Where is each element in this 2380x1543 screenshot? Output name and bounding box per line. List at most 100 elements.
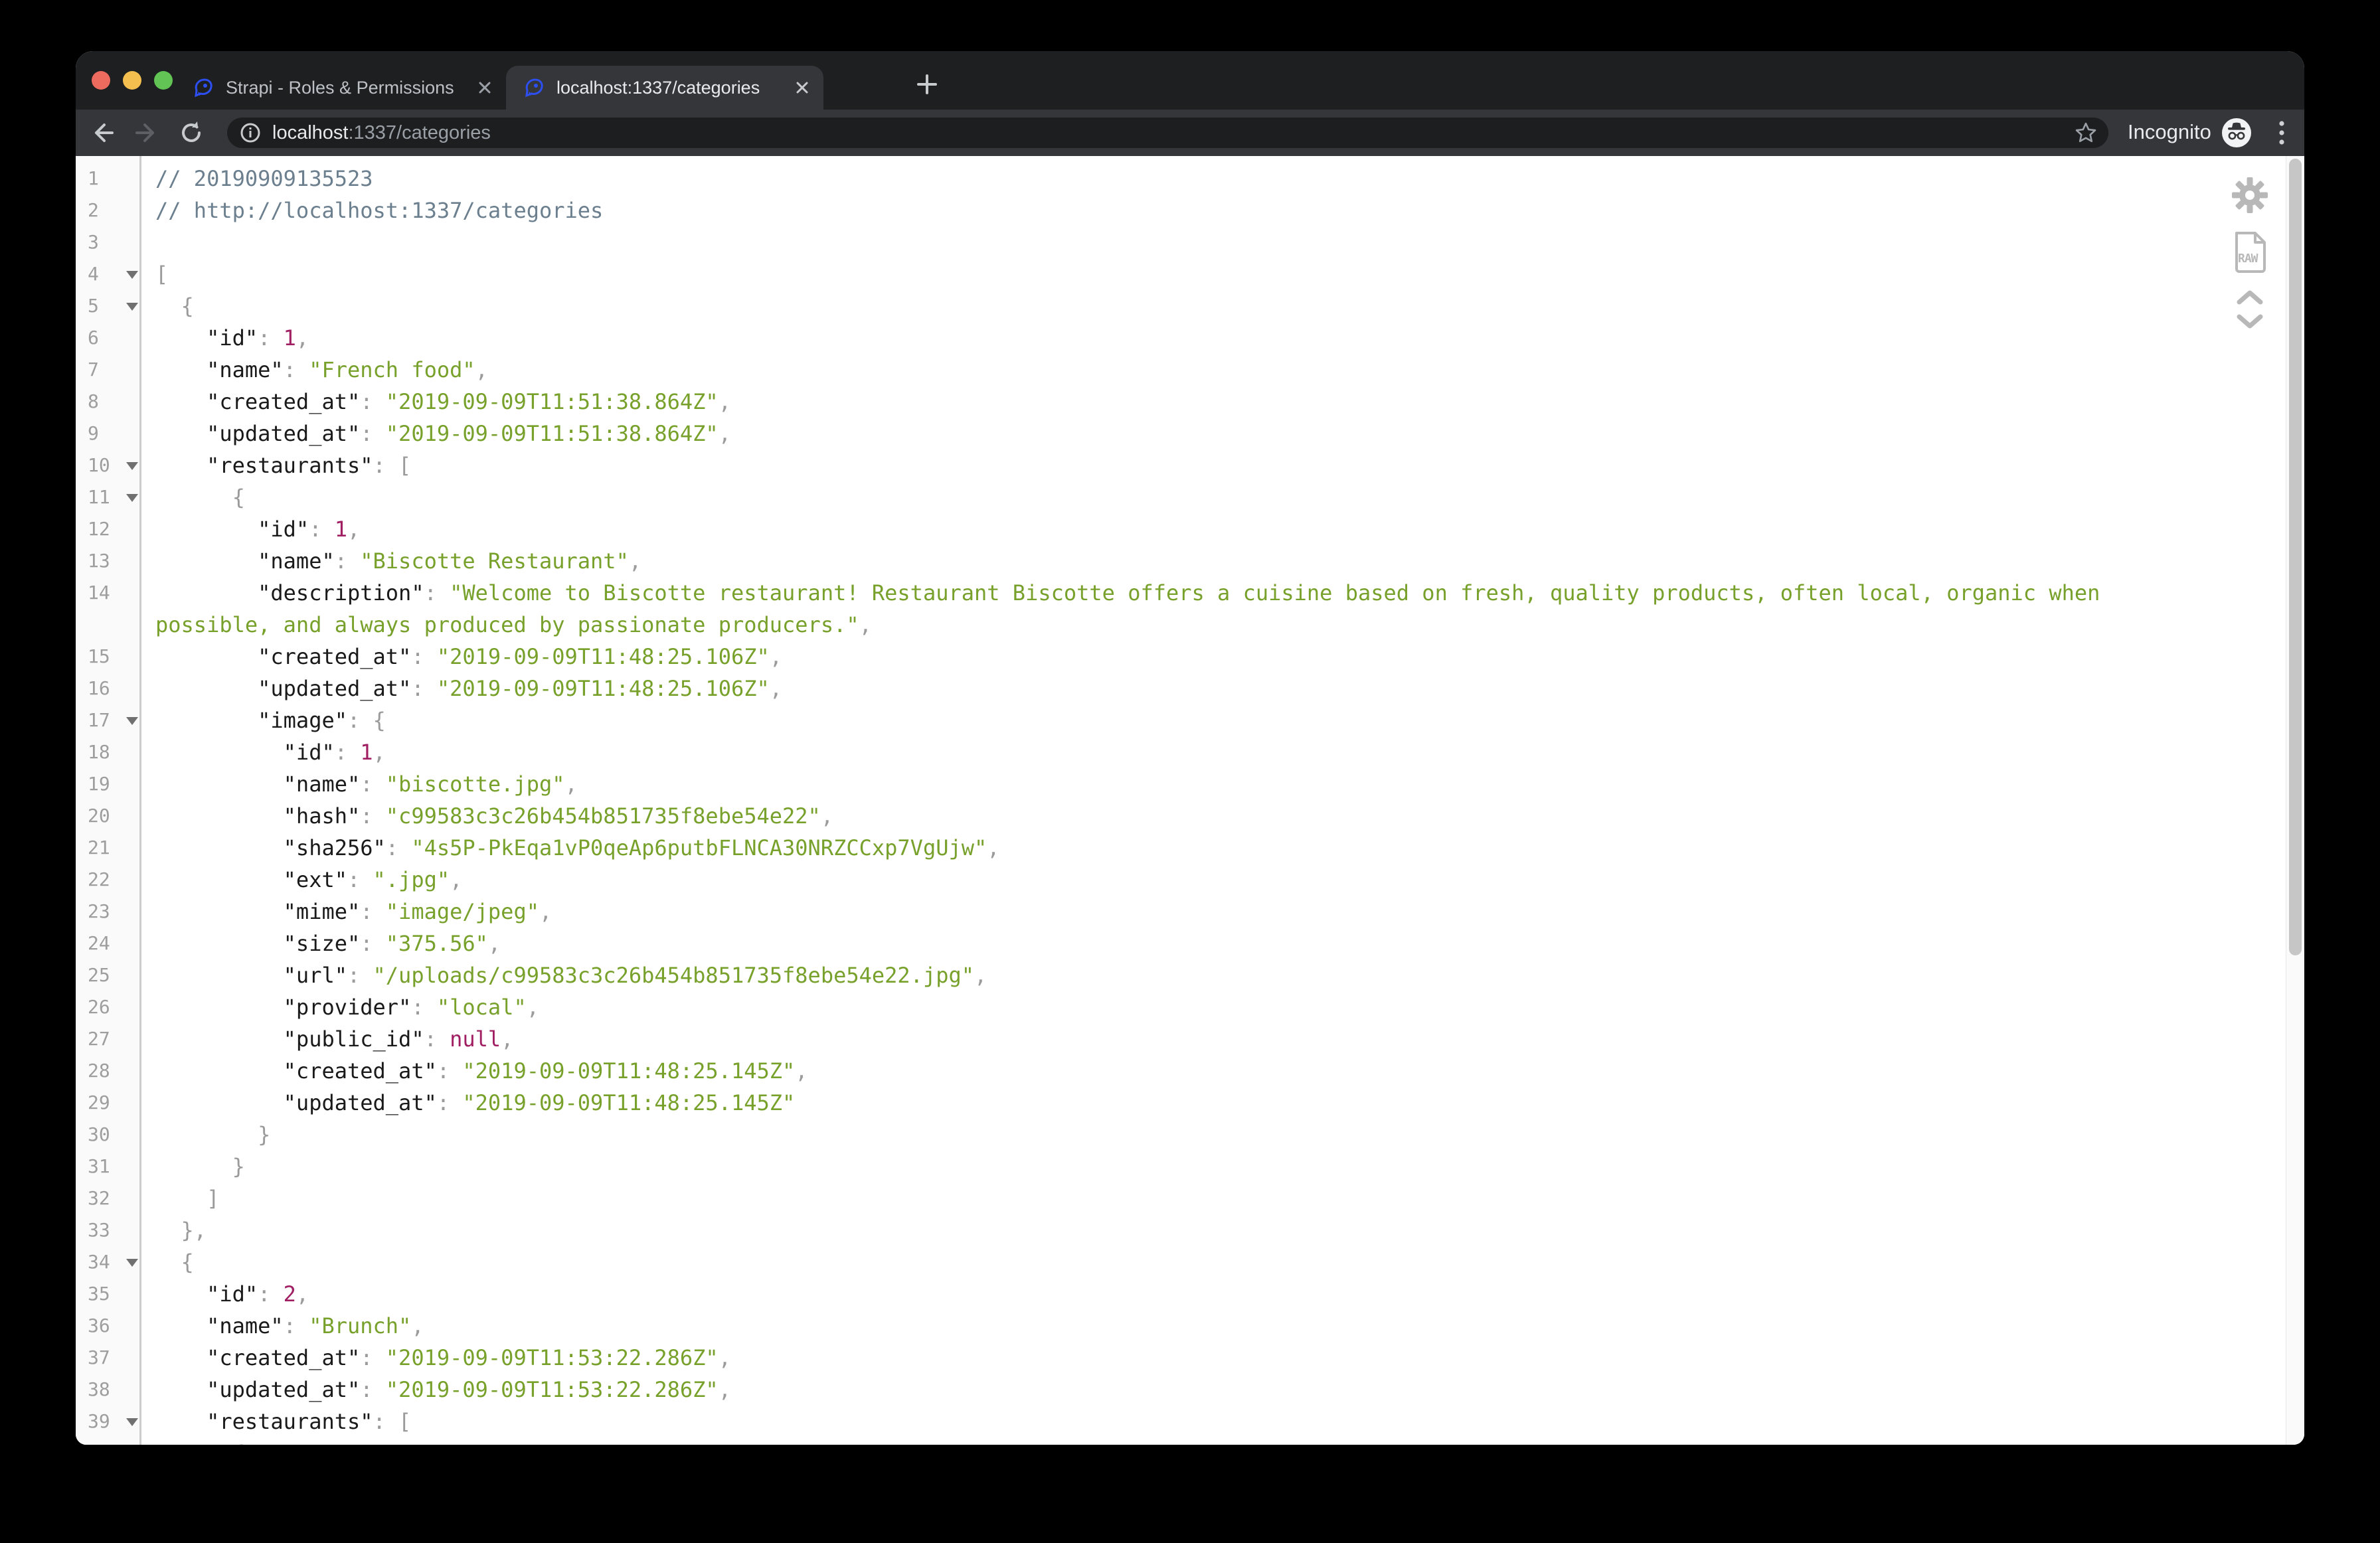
code-text: "restaurants": [ [155, 449, 411, 481]
incognito-label: Incognito [2128, 120, 2211, 144]
browser-menu-button[interactable] [2268, 117, 2295, 149]
code-line: 21 "sha256": "4s5P-PkEqa1vP0qeAp6putbFLN… [76, 832, 2304, 864]
back-button[interactable] [86, 117, 118, 149]
code-line: 8 "created_at": "2019-09-09T11:51:38.864… [76, 386, 2304, 418]
collapse-expand-controls [2235, 289, 2264, 330]
fold-toggle-icon[interactable] [126, 271, 138, 279]
code-line: 39 "restaurants": [ [76, 1406, 2304, 1437]
reload-button[interactable] [175, 117, 207, 149]
code-text: "url": "/uploads/c99583c3c26b454b851735f… [155, 959, 987, 991]
code-text: { [155, 481, 245, 513]
code-text: { [155, 1437, 245, 1445]
fold-toggle-icon[interactable] [126, 1259, 138, 1267]
scrollbar-thumb[interactable] [2289, 159, 2302, 955]
chevron-down-icon[interactable] [2235, 313, 2264, 330]
fold-toggle-icon[interactable] [126, 717, 138, 725]
code-text: } [155, 1151, 245, 1182]
fold-toggle-icon[interactable] [126, 494, 138, 502]
code-line: 26 "provider": "local", [76, 991, 2304, 1023]
code-text: "id": 2, [155, 1278, 309, 1310]
line-number: 18 [76, 736, 141, 768]
tab-localhost-categories[interactable]: localhost:1337/categories [506, 66, 823, 110]
tab-strapi-roles-permissions[interactable]: Strapi - Roles & Permissions [175, 66, 506, 110]
zoom-window-button[interactable] [154, 71, 173, 90]
code-line: 34 { [76, 1246, 2304, 1278]
code-text: "updated_at": "2019-09-09T11:51:38.864Z"… [155, 418, 731, 449]
vertical-scrollbar[interactable] [2286, 156, 2304, 1445]
code-line: 36 "name": "Brunch", [76, 1310, 2304, 1342]
code-line: 27 "public_id": null, [76, 1023, 2304, 1055]
line-number: 26 [76, 991, 141, 1023]
code-line: 13 "name": "Biscotte Restaurant", [76, 545, 2304, 577]
line-number: 29 [76, 1087, 141, 1119]
code-text: "image": { [155, 704, 386, 736]
code-text: "name": "Brunch", [155, 1310, 424, 1342]
three-dot-menu-icon [2278, 120, 2285, 146]
close-window-button[interactable] [92, 71, 110, 90]
reload-icon [177, 119, 205, 147]
fold-toggle-icon[interactable] [126, 303, 138, 311]
code-line: 40 { [76, 1437, 2304, 1445]
code-line: 6 "id": 1, [76, 322, 2304, 354]
viewer-settings-button[interactable] [2231, 176, 2269, 218]
code-line: 1// 20190909135523 [76, 163, 2304, 195]
chevron-up-icon[interactable] [2235, 289, 2264, 306]
json-code: 1// 201909091355232// http://localhost:1… [76, 156, 2304, 1445]
code-line: 24 "size": "375.56", [76, 928, 2304, 959]
bookmark-button[interactable] [2074, 121, 2098, 148]
back-arrow-icon [88, 120, 115, 146]
line-number: 19 [76, 768, 141, 800]
code-line: 38 "updated_at": "2019-09-09T11:53:22.28… [76, 1374, 2304, 1406]
line-number: 2 [76, 195, 141, 226]
line-number: 36 [76, 1310, 141, 1342]
code-line: 10 "restaurants": [ [76, 449, 2304, 481]
tab-title: localhost:1337/categories [556, 78, 782, 98]
line-number [76, 609, 141, 641]
tab-close-icon[interactable] [477, 80, 493, 96]
tab-title: Strapi - Roles & Permissions [226, 78, 465, 98]
code-line: 35 "id": 2, [76, 1278, 2304, 1310]
line-number: 13 [76, 545, 141, 577]
line-number: 30 [76, 1119, 141, 1151]
line-number: 32 [76, 1182, 141, 1214]
url-host: localhost [272, 122, 348, 143]
minimize-window-button[interactable] [123, 71, 141, 90]
incognito-avatar[interactable] [2221, 118, 2252, 151]
code-line: 5 { [76, 290, 2304, 322]
code-line: 16 "updated_at": "2019-09-09T11:48:25.10… [76, 673, 2304, 704]
url-path: :1337/categories [348, 122, 490, 143]
fold-toggle-icon[interactable] [126, 1418, 138, 1426]
forward-arrow-icon [134, 120, 161, 146]
code-text: ] [155, 1182, 219, 1214]
page-info-icon[interactable] [239, 122, 262, 144]
fold-toggle-icon[interactable] [126, 462, 138, 470]
new-tab-button[interactable] [911, 68, 943, 100]
code-text: possible, and always produced by passion… [155, 609, 872, 641]
tab-close-icon[interactable] [794, 80, 810, 96]
line-number: 14 [76, 577, 141, 609]
code-text: }, [155, 1214, 207, 1246]
code-line: 17 "image": { [76, 704, 2304, 736]
code-text: "updated_at": "2019-09-09T11:53:22.286Z"… [155, 1374, 731, 1406]
address-bar[interactable]: localhost:1337/categories [227, 118, 2108, 148]
browser-toolbar: localhost:1337/categories Incognito [76, 110, 2304, 156]
star-icon [2074, 121, 2098, 145]
code-text: "hash": "c99583c3c26b454b851735f8ebe54e2… [155, 800, 833, 832]
code-text: "updated_at": "2019-09-09T11:48:25.145Z" [155, 1087, 795, 1119]
code-text: "sha256": "4s5P-PkEqa1vP0qeAp6putbFLNCA3… [155, 832, 1000, 864]
forward-button[interactable] [131, 117, 163, 149]
code-line: 29 "updated_at": "2019-09-09T11:48:25.14… [76, 1087, 2304, 1119]
line-number: 27 [76, 1023, 141, 1055]
code-text: [ [155, 258, 168, 290]
tab-bar: Strapi - Roles & Permissions localhost:1… [76, 51, 2304, 110]
code-text: "id": 1, [155, 322, 309, 354]
code-text: "name": "French food", [155, 354, 488, 386]
line-number: 37 [76, 1342, 141, 1374]
plus-icon [916, 73, 938, 96]
code-line: 9 "updated_at": "2019-09-09T11:51:38.864… [76, 418, 2304, 449]
view-raw-button[interactable]: RAW [2233, 230, 2267, 278]
line-number: 21 [76, 832, 141, 864]
code-text: "ext": ".jpg", [155, 864, 462, 896]
line-number: 25 [76, 959, 141, 991]
code-text: } [155, 1119, 270, 1151]
